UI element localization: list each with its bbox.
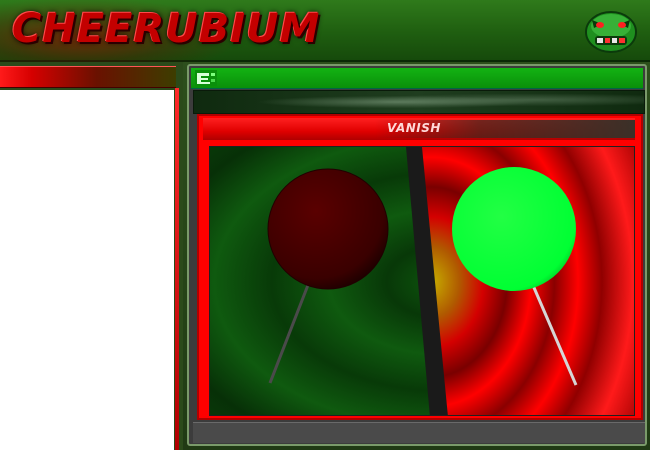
left-panel-content[interactable] xyxy=(0,90,174,450)
green-corner-icon[interactable] xyxy=(195,70,217,86)
app-header: CHEERUBIUM xyxy=(0,0,650,62)
left-panel-divider[interactable] xyxy=(175,88,179,450)
app-title: CHEERUBIUM xyxy=(12,6,321,52)
vanish-panel: VANISH xyxy=(197,114,643,420)
left-panel-titlebar[interactable] xyxy=(0,66,176,88)
viewer-toolbar[interactable] xyxy=(191,68,643,89)
status-bar xyxy=(193,422,645,443)
right-lollipop-ball[interactable] xyxy=(452,167,576,291)
preview-strip xyxy=(193,90,645,114)
green-creature-face-icon[interactable] xyxy=(584,6,638,54)
left-panel xyxy=(0,62,183,450)
scene-canvas[interactable] xyxy=(209,146,635,416)
left-lollipop-ball[interactable] xyxy=(267,168,389,290)
right-panel: VANISH xyxy=(183,62,650,450)
viewer-frame: VANISH xyxy=(187,64,647,446)
vanish-title: VANISH xyxy=(387,121,441,135)
vanish-titlebar[interactable]: VANISH xyxy=(203,118,635,140)
